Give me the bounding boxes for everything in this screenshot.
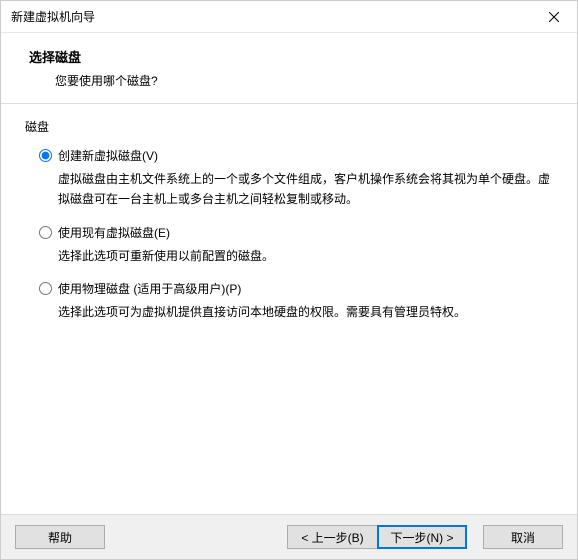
close-icon (549, 12, 559, 22)
nav-button-group: < 上一步(B) 下一步(N) > (287, 525, 467, 549)
next-button[interactable]: 下一步(N) > (377, 525, 467, 549)
option-physical-disk: 使用物理磁盘 (适用于高级用户)(P) 选择此选项可为虚拟机提供直接访问本地硬盘… (25, 280, 553, 323)
group-label: 磁盘 (25, 118, 553, 135)
footer-right: < 上一步(B) 下一步(N) > 取消 (287, 525, 563, 549)
wizard-footer: 帮助 < 上一步(B) 下一步(N) > 取消 (1, 514, 577, 559)
titlebar: 新建虚拟机向导 (1, 1, 577, 33)
option-desc: 选择此选项可重新使用以前配置的磁盘。 (39, 247, 553, 267)
page-subtitle: 您要使用哪个磁盘? (29, 72, 577, 89)
option-desc: 选择此选项可为虚拟机提供直接访问本地硬盘的权限。需要具有管理员特权。 (39, 303, 553, 323)
page-title: 选择磁盘 (29, 47, 577, 66)
option-row: 使用现有虚拟磁盘(E) (39, 224, 553, 241)
option-create-new: 创建新虚拟磁盘(V) 虚拟磁盘由主机文件系统上的一个或多个文件组成，客户机操作系… (25, 147, 553, 210)
option-row: 使用物理磁盘 (适用于高级用户)(P) (39, 280, 553, 297)
radio-physical-disk[interactable] (39, 282, 52, 295)
option-label[interactable]: 使用物理磁盘 (适用于高级用户)(P) (58, 280, 241, 297)
wizard-content: 磁盘 创建新虚拟磁盘(V) 虚拟磁盘由主机文件系统上的一个或多个文件组成，客户机… (1, 104, 577, 514)
radio-use-existing[interactable] (39, 226, 52, 239)
back-button[interactable]: < 上一步(B) (287, 525, 377, 549)
radio-create-new[interactable] (39, 149, 52, 162)
close-button[interactable] (531, 1, 577, 33)
window-title: 新建虚拟机向导 (11, 8, 531, 25)
cancel-button[interactable]: 取消 (483, 525, 563, 549)
option-desc: 虚拟磁盘由主机文件系统上的一个或多个文件组成，客户机操作系统会将其视为单个硬盘。… (39, 170, 553, 210)
option-label[interactable]: 使用现有虚拟磁盘(E) (58, 224, 170, 241)
option-row: 创建新虚拟磁盘(V) (39, 147, 553, 164)
wizard-window: 新建虚拟机向导 选择磁盘 您要使用哪个磁盘? 磁盘 创建新虚拟磁盘(V) 虚拟磁… (0, 0, 578, 560)
wizard-header: 选择磁盘 您要使用哪个磁盘? (1, 33, 577, 104)
help-button[interactable]: 帮助 (15, 525, 105, 549)
option-label[interactable]: 创建新虚拟磁盘(V) (58, 147, 158, 164)
option-use-existing: 使用现有虚拟磁盘(E) 选择此选项可重新使用以前配置的磁盘。 (25, 224, 553, 267)
